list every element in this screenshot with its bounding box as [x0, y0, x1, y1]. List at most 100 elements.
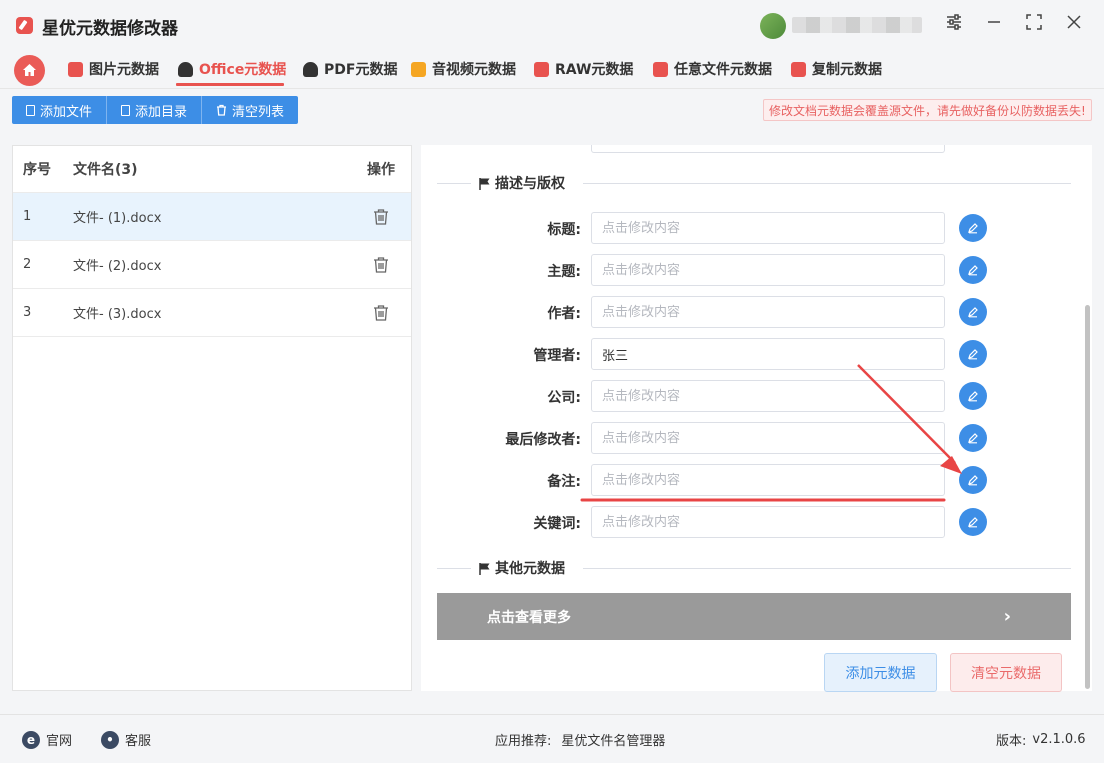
clear-list-button[interactable]: 清空列表 — [202, 96, 298, 124]
author-field[interactable] — [591, 296, 945, 328]
delete-file-button[interactable] — [351, 208, 411, 226]
user-avatar[interactable] — [760, 13, 786, 39]
edit-comments-button[interactable] — [959, 466, 987, 494]
subject-label: 主题: — [547, 264, 581, 280]
company-field[interactable] — [591, 380, 945, 412]
tab-anyfile-metadata[interactable]: 任意文件元数据 — [653, 58, 772, 80]
title-label: 标题: — [547, 222, 581, 238]
subject-field[interactable] — [591, 254, 945, 286]
trash-icon — [217, 104, 227, 116]
section-other-metadata: 其他元数据 — [437, 558, 1071, 578]
service-label: 客服 — [125, 734, 152, 749]
recommended-app-link[interactable]: 星优文件名管理器 — [561, 730, 665, 749]
clear-list-label: 清空列表 — [232, 104, 285, 120]
row-num: 2 — [23, 257, 32, 272]
tab-raw-metadata[interactable]: RAW元数据 — [534, 58, 633, 80]
table-row[interactable]: 2 文件- (2).docx — [13, 241, 411, 289]
manager-field[interactable] — [591, 338, 945, 370]
app-recommendation: 应用推荐: 星优文件名管理器 — [495, 730, 665, 749]
edit-author-button[interactable] — [959, 298, 987, 326]
section-line — [583, 568, 1071, 569]
manager-label: 管理者: — [533, 348, 581, 364]
edit-subject-button[interactable] — [959, 256, 987, 284]
table-row[interactable]: 3 文件- (3).docx — [13, 289, 411, 337]
version-label: 版本: — [996, 734, 1027, 749]
add-directory-button[interactable]: 添加目录 — [107, 96, 203, 124]
keywords-label: 关键词: — [533, 516, 581, 532]
comments-field[interactable] — [591, 464, 945, 496]
section-line — [437, 568, 471, 569]
section-description-copyright: 描述与版权 — [437, 173, 1071, 193]
pencil-icon — [968, 307, 978, 318]
pencil-icon — [968, 433, 978, 444]
tab-pdf-metadata[interactable]: PDF元数据 — [303, 58, 397, 80]
table-row[interactable]: 1 文件- (1).docx — [13, 193, 411, 241]
raw-tab-icon — [534, 61, 549, 77]
delete-file-button[interactable] — [351, 304, 411, 322]
pencil-icon — [968, 517, 978, 528]
file-toolbar: 添加文件 添加目录 清空列表 — [12, 96, 299, 124]
app-logo-icon — [16, 17, 33, 34]
flag-icon — [479, 177, 490, 190]
pencil-icon — [968, 265, 978, 276]
tab-media-metadata[interactable]: 音视频元数据 — [411, 58, 516, 80]
trash-icon — [374, 256, 388, 273]
home-icon — [23, 64, 36, 76]
copy-tab-icon — [791, 61, 806, 77]
overwrite-warning: 修改文档元数据会覆盖源文件，请先做好备份以防数据丢失! — [763, 99, 1092, 121]
row-num: 3 — [23, 305, 32, 320]
document-icon — [26, 104, 35, 116]
edit-manager-button[interactable] — [959, 340, 987, 368]
tab-label: PDF元数据 — [324, 62, 398, 78]
view-more-button[interactable]: 点击查看更多 › — [437, 593, 1071, 640]
edit-keywords-button[interactable] — [959, 508, 987, 536]
tab-office-metadata[interactable]: Office元数据 — [178, 58, 286, 80]
image-tab-icon — [68, 61, 83, 77]
row-filename: 文件- (2).docx — [73, 259, 162, 274]
edit-company-button[interactable] — [959, 382, 987, 410]
tab-image-metadata[interactable]: 图片元数据 — [68, 58, 159, 80]
trash-icon — [374, 304, 388, 321]
active-tab-indicator — [176, 83, 284, 86]
edit-last-modified-by-button[interactable] — [959, 424, 987, 452]
section-title: 其他元数据 — [479, 558, 565, 578]
author-label: 作者: — [547, 306, 581, 322]
footer: e 官网 • 客服 应用推荐: 星优文件名管理器 版本: v2.1.0.6 — [0, 714, 1104, 763]
maximize-icon[interactable] — [1022, 13, 1046, 37]
metadata-panel: 描述与版权 标题: 主题: 作者: 管理者: 公司: 最后修改者: 备注: 关键… — [421, 145, 1092, 692]
tab-label: 复制元数据 — [812, 62, 882, 78]
add-directory-label: 添加目录 — [135, 104, 188, 120]
chevron-right-icon: › — [1003, 606, 1011, 627]
file-table-header: 序号 文件名(3) 操作 — [13, 146, 411, 193]
add-file-button[interactable]: 添加文件 — [12, 96, 108, 124]
company-label: 公司: — [547, 390, 581, 406]
tab-label: 任意文件元数据 — [674, 62, 772, 78]
home-button[interactable] — [14, 55, 45, 86]
last-modified-by-field[interactable] — [591, 422, 945, 454]
scrollbar-thumb[interactable] — [1085, 305, 1090, 689]
settings-sliders-icon[interactable] — [942, 13, 966, 37]
flag-icon — [479, 562, 490, 575]
edit-title-button[interactable] — [959, 214, 987, 242]
username-blurred[interactable] — [792, 17, 922, 33]
version-info: 版本: v2.1.0.6 — [996, 730, 1086, 749]
clear-metadata-button[interactable]: 清空元数据 — [950, 653, 1062, 692]
add-metadata-button[interactable]: 添加元数据 — [824, 653, 937, 692]
minimize-icon[interactable] — [982, 13, 1006, 37]
header-operation: 操作 — [367, 162, 395, 178]
tab-label: RAW元数据 — [555, 62, 634, 78]
tab-bar: 图片元数据 Office元数据 PDF元数据 音视频元数据 RAW元数据 任意文… — [0, 50, 1104, 88]
tab-label: Office元数据 — [199, 62, 287, 78]
section-title-text: 其他元数据 — [495, 561, 565, 577]
website-label: 官网 — [46, 734, 73, 749]
customer-service-link[interactable]: • 客服 — [101, 730, 151, 749]
comments-label: 备注: — [547, 474, 581, 490]
section-line — [437, 183, 471, 184]
keywords-field[interactable] — [591, 506, 945, 538]
delete-file-button[interactable] — [351, 256, 411, 274]
tab-copy-metadata[interactable]: 复制元数据 — [791, 58, 882, 80]
website-link[interactable]: e 官网 — [22, 730, 72, 749]
close-icon[interactable] — [1062, 13, 1086, 37]
title-field[interactable] — [591, 212, 945, 244]
header-num: 序号 — [23, 162, 51, 178]
